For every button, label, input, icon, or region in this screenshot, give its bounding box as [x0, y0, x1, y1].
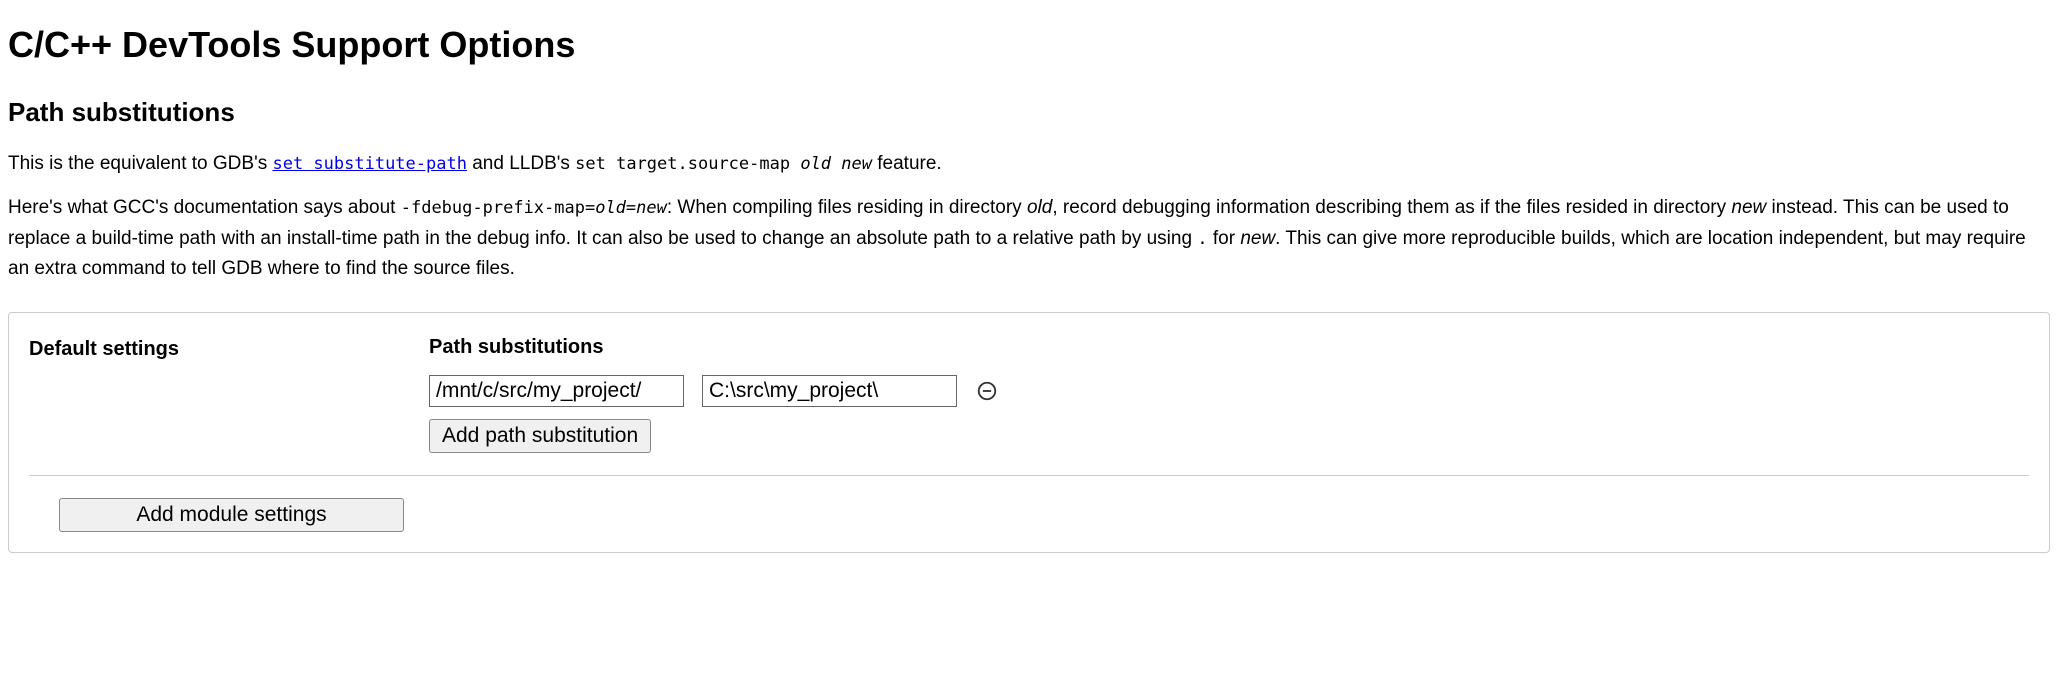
substitution-row — [429, 375, 2029, 407]
settings-panel: Default settings Path substitutions Add … — [8, 312, 2050, 553]
intro-paragraph-1: This is the equivalent to GDB's set subs… — [8, 149, 2050, 179]
p1-link-code: set substitute-path — [272, 154, 466, 174]
p1-code2: set target.source-map old new — [575, 154, 872, 174]
p1-text-mid: and LLDB's — [467, 153, 575, 174]
set-substitute-path-link[interactable]: set substitute-path — [272, 153, 466, 174]
to-path-input[interactable] — [702, 375, 957, 407]
page-title: C/C++ DevTools Support Options — [8, 20, 2050, 70]
p2-code: -fdebug-prefix-map=old=new — [401, 198, 667, 218]
add-path-substitution-button[interactable]: Add path substitution — [429, 419, 651, 453]
remove-icon[interactable] — [975, 379, 999, 403]
path-substitutions-label: Path substitutions — [429, 333, 2029, 361]
default-settings-label: Default settings — [29, 333, 429, 363]
divider — [29, 475, 2029, 476]
section-heading: Path substitutions — [8, 94, 2050, 130]
from-path-input[interactable] — [429, 375, 684, 407]
p1-text-suffix: feature. — [872, 153, 942, 174]
add-module-settings-button[interactable]: Add module settings — [59, 498, 404, 532]
p1-text-a: This is the equivalent to GDB's — [8, 153, 272, 174]
intro-paragraph-2: Here's what GCC's documentation says abo… — [8, 193, 2050, 284]
